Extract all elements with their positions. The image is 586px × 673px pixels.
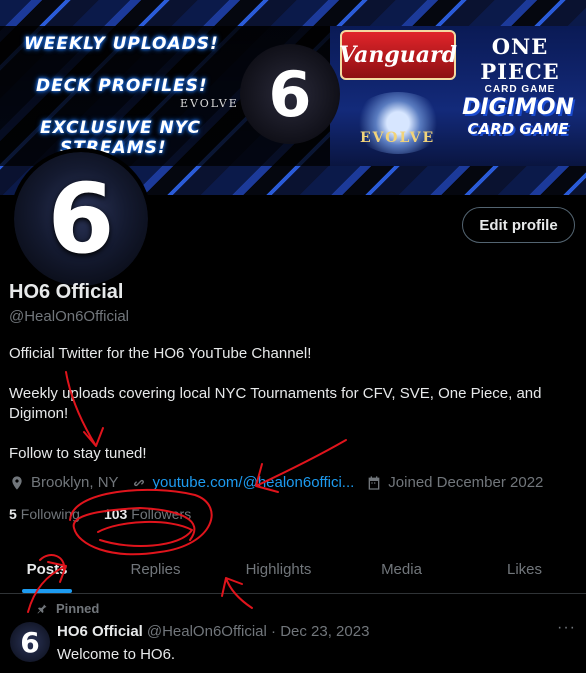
profile-handle: @HealOn6Official: [9, 308, 129, 325]
follow-stats: 5 Following 103 Followers: [9, 506, 215, 522]
banner-six-emblem: 6: [240, 44, 340, 144]
pinned-label: Pinned: [56, 601, 100, 616]
tab-highlights[interactable]: Highlights: [217, 545, 340, 593]
digimon-logo: DIGIMON CARD GAME: [455, 95, 581, 145]
banner-tag-deck: DECK PROFILES!: [36, 76, 208, 96]
banner-tag-exclusive: EXCLUSIVE NYC: [40, 118, 201, 138]
banner-tag-weekly: WEEKLY UPLOADS!: [24, 34, 219, 54]
tab-media[interactable]: Media: [340, 545, 463, 593]
onepiece-logo-sub: CARD GAME: [484, 84, 556, 95]
post-text: Welcome to HO6.: [57, 646, 176, 663]
digimon-logo-sub: CARD GAME: [467, 120, 569, 138]
profile-bio: Official Twitter for the HO6 YouTube Cha…: [9, 344, 579, 484]
profile-avatar-image: 6: [14, 152, 148, 286]
post-author-meta: @HealOn6Official · Dec 23, 2023: [146, 623, 370, 640]
location-item: Brooklyn, NY: [9, 474, 119, 491]
banner-evolve-small: EVOLVE: [180, 97, 239, 110]
tab-replies[interactable]: Replies: [94, 545, 217, 593]
profile-avatar[interactable]: 6: [10, 148, 152, 290]
edit-profile-button[interactable]: Edit profile: [462, 207, 575, 243]
website-link[interactable]: youtube.com/@healon6offici...: [153, 474, 355, 491]
more-options-icon[interactable]: ···: [557, 620, 575, 639]
location-text: Brooklyn, NY: [31, 474, 119, 491]
joined-item: Joined December 2022: [366, 474, 543, 491]
onepiece-logo: ONE PIECE CARD GAME: [460, 34, 580, 95]
profile-name: HO6 Official: [9, 281, 124, 303]
followers-label: Followers: [131, 506, 192, 522]
following-count: 5: [9, 506, 17, 522]
bio-line: Follow to stay tuned!: [9, 445, 147, 462]
onepiece-logo-title: ONE PIECE: [480, 34, 560, 84]
post-header: HO6 Official @HealOn6Official · Dec 23, …: [57, 623, 369, 640]
annotation-scribble-inner: [97, 520, 193, 547]
tab-posts[interactable]: Posts: [0, 545, 94, 593]
website-item[interactable]: youtube.com/@healon6offici...: [131, 474, 355, 491]
pinned-indicator: Pinned: [36, 601, 99, 616]
following-link[interactable]: 5 Following: [9, 506, 80, 522]
followers-link[interactable]: 103 Followers: [104, 506, 191, 522]
vanguard-logo: Vanguard: [339, 30, 457, 80]
evolve-logo: EVOLVE: [352, 92, 444, 154]
following-label: Following: [20, 506, 80, 522]
bio-line: Official Twitter for the HO6 YouTube Cha…: [9, 345, 312, 362]
joined-text: Joined December 2022: [388, 474, 544, 491]
profile-meta: Brooklyn, NY youtube.com/@healon6offici.…: [9, 474, 555, 491]
followers-count: 103: [103, 506, 128, 522]
location-pin-icon: [12, 475, 22, 490]
pin-icon: [37, 604, 47, 613]
tab-likes[interactable]: Likes: [463, 545, 586, 593]
evolve-logo-text: EVOLVE: [360, 130, 436, 146]
link-icon: [133, 479, 144, 486]
profile-tabs: Posts Replies Highlights Media Likes: [0, 545, 586, 594]
digimon-logo-title: DIGIMON: [462, 95, 574, 120]
post-avatar[interactable]: 6: [10, 622, 50, 662]
calendar-icon: [368, 475, 380, 490]
bio-line: Weekly uploads covering local NYC Tourna…: [9, 385, 542, 422]
post-author-name[interactable]: HO6 Official: [57, 623, 143, 640]
